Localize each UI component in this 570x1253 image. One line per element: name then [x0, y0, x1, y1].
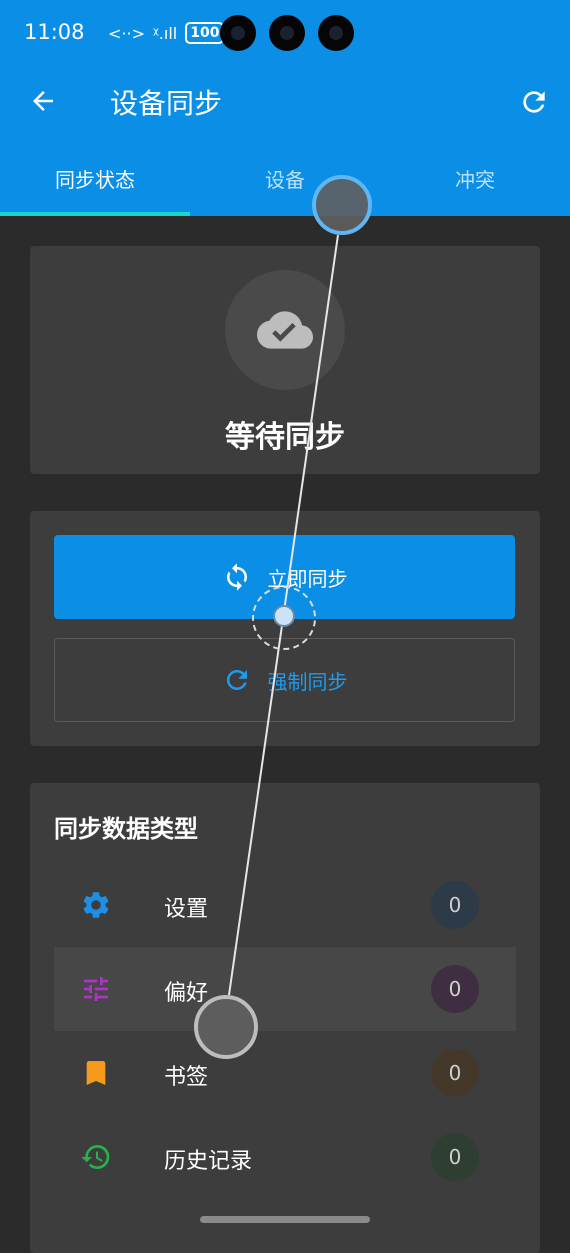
touch-start-marker [312, 175, 372, 235]
touch-end-marker [194, 995, 258, 1059]
touch-mid-dot [273, 605, 295, 627]
